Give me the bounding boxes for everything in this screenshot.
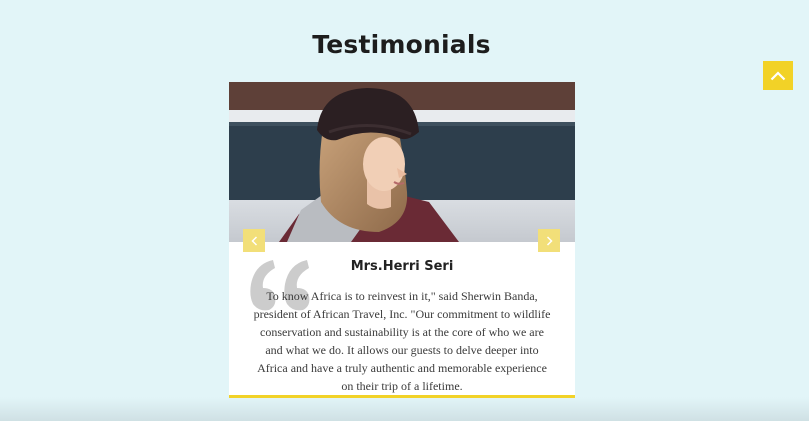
chevron-right-icon — [546, 235, 553, 246]
chevron-up-icon — [770, 70, 786, 80]
testimonial-author-name: Mrs.Herri Seri — [350, 259, 454, 274]
section-title: Testimonials — [312, 30, 491, 59]
testimonial-photo — [229, 82, 575, 242]
carousel-prev-button[interactable] — [243, 229, 265, 252]
carousel-next-button[interactable] — [538, 229, 560, 252]
testimonial-card: Mrs.Herri Seri To know Africa is to rein… — [229, 82, 575, 398]
testimonial-quote-text: To know Africa is to reinvest in it," sa… — [253, 289, 551, 393]
back-to-top-button[interactable] — [763, 61, 793, 90]
chevron-left-icon — [250, 235, 257, 246]
page-bottom-shadow — [0, 397, 809, 421]
